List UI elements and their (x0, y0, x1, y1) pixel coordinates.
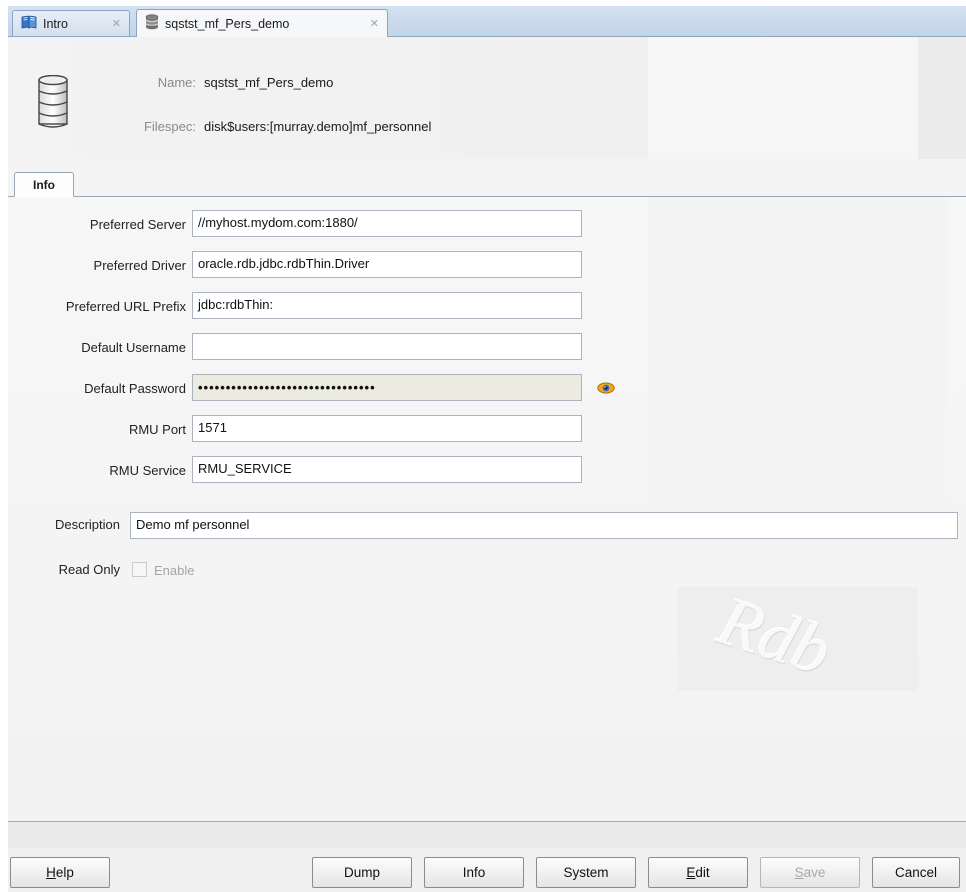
read-only-label: Read Only (58, 562, 120, 577)
rmu-port-field[interactable]: 1571 (192, 415, 582, 442)
preferred-url-prefix-field[interactable]: jdbc:rdbThin: (192, 292, 582, 319)
name-label: Name: (157, 75, 196, 90)
read-only-enable-label: Enable (154, 563, 195, 578)
default-password-label: Default Password (84, 381, 186, 396)
read-only-enable-checkbox[interactable] (132, 562, 147, 577)
info-button-label: Info (462, 865, 486, 880)
tab-intro[interactable]: Intro ✕ (12, 10, 130, 36)
status-bar (8, 821, 966, 849)
save-button-label-post: ave (803, 865, 826, 880)
info-button[interactable]: Info (424, 857, 524, 888)
system-button-label: System (563, 865, 609, 880)
edit-button-mnemonic: E (686, 865, 696, 880)
show-password-eye-icon[interactable] (597, 381, 615, 398)
tab-sqstst-mf-pers-demo[interactable]: sqstst_mf_Pers_demo ✕ (136, 9, 388, 37)
save-button-mnemonic: S (794, 865, 804, 880)
preferred-driver-label: Preferred Driver (93, 258, 186, 273)
dump-button-label: Dump (343, 865, 380, 880)
cancel-button-label: Cancel (894, 865, 938, 880)
tab-intro-label: Intro (43, 16, 69, 31)
edit-button-label-post: dit (695, 865, 710, 880)
preferred-server-field[interactable]: //myhost.mydom.com:1880/ (192, 210, 582, 237)
rdb-watermark: Rdb (678, 582, 918, 691)
help-button-mnemonic: H (46, 865, 56, 880)
close-icon[interactable]: ✕ (112, 17, 121, 30)
database-name: sqstst_mf_Pers_demo (204, 75, 334, 90)
preferred-driver-field[interactable]: oracle.rdb.jdbc.rdbThin.Driver (192, 251, 582, 278)
rmu-service-label: RMU Service (109, 463, 186, 478)
database-icon (38, 74, 68, 133)
system-button[interactable]: System (536, 857, 636, 888)
tab-database-label: sqstst_mf_Pers_demo (165, 16, 290, 31)
filespec-row: Filespec: disk$users:[murray.demo]mf_pers… (126, 119, 431, 134)
close-icon[interactable]: ✕ (370, 17, 379, 30)
header-background-panel (648, 37, 918, 159)
dump-button[interactable]: Dump (312, 857, 412, 888)
default-password-field[interactable]: •••••••••••••••••••••••••••••••• (192, 374, 582, 401)
filespec-value: disk$users:[murray.demo]mf_personnel (204, 119, 432, 134)
default-username-field[interactable] (192, 333, 582, 360)
save-button[interactable]: Save (760, 857, 860, 888)
filespec-label: Filespec: (143, 119, 196, 134)
description-field[interactable]: Demo mf personnel (130, 512, 958, 539)
help-button[interactable]: Help (10, 857, 110, 888)
rdb-watermark-text: Rdb (709, 582, 841, 691)
editor-tab-strip: Intro ✕ sqstst_mf_Pers_demo ✕ (8, 6, 966, 37)
database-header: Name: sqstst_mf_Pers_demo Filespec: disk$u… (8, 37, 966, 159)
info-panel: Rdb (8, 197, 966, 819)
help-button-label-post: elp (55, 865, 74, 880)
rmu-service-field[interactable]: RMU_SERVICE (192, 456, 582, 483)
cancel-button[interactable]: Cancel (872, 857, 960, 888)
description-label: Description (54, 517, 120, 532)
book-icon (21, 15, 37, 32)
default-username-label: Default Username (81, 340, 186, 355)
edit-button[interactable]: Edit (648, 857, 748, 888)
database-icon (145, 14, 159, 33)
name-row: Name: sqstst_mf_Pers_demo (136, 75, 334, 90)
tab-info[interactable]: Info (14, 172, 74, 197)
rmu-port-label: RMU Port (128, 422, 186, 437)
preferred-server-label: Preferred Server (89, 217, 186, 232)
preferred-url-prefix-label: Preferred URL Prefix (65, 299, 186, 314)
